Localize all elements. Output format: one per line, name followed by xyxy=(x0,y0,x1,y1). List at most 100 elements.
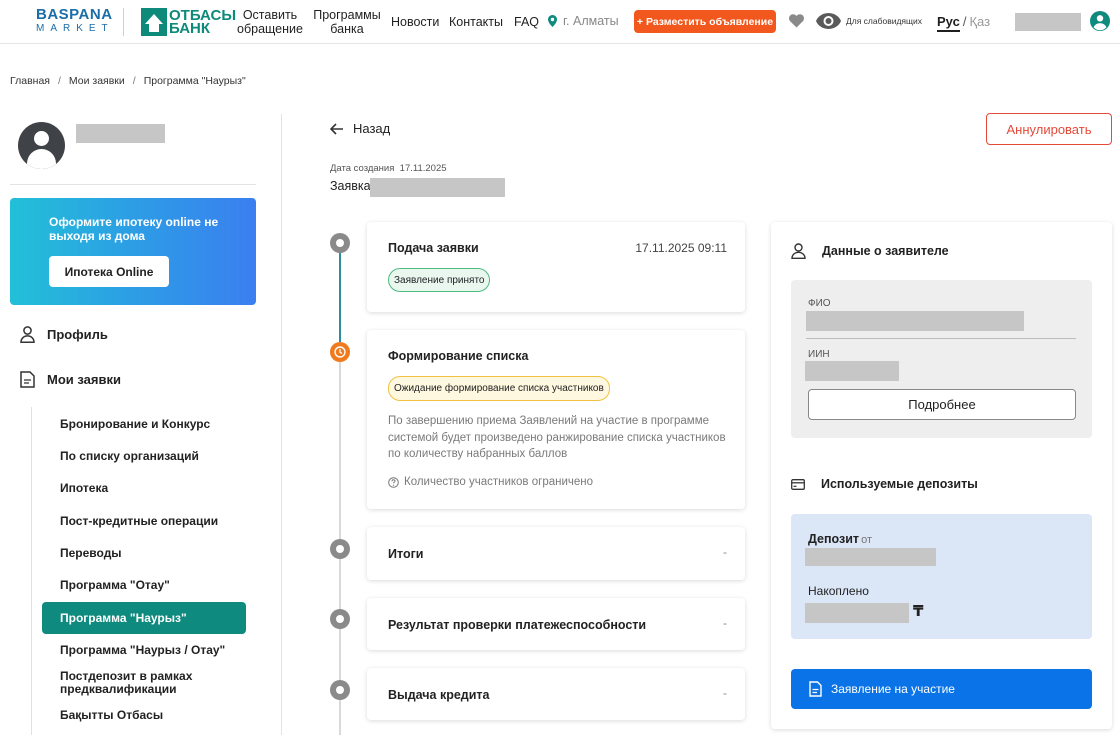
profile-name-redacted xyxy=(76,124,165,143)
top-header: BASPANA MARKET ОТБАСЫ БАНК Оставить обра… xyxy=(0,0,1120,44)
lang-kz[interactable]: Қаз xyxy=(969,14,990,29)
sidebar-border xyxy=(281,114,282,735)
baspana-market-logo[interactable]: BASPANA MARKET xyxy=(36,7,114,35)
step-title: Формирование списка xyxy=(388,349,529,363)
nav-faq[interactable]: FAQ xyxy=(514,0,539,44)
nav-news[interactable]: Новости xyxy=(391,0,439,44)
field-divider xyxy=(806,338,1076,339)
header-divider xyxy=(123,8,124,36)
otbasy-bank-logo[interactable]: ОТБАСЫ БАНК xyxy=(141,8,236,36)
user-account-icon[interactable] xyxy=(1090,11,1110,31)
user-name-redacted[interactable] xyxy=(1015,13,1081,31)
step-date: 17.11.2025 09:11 xyxy=(635,241,727,255)
iin-label: ИИН xyxy=(808,349,830,360)
timeline-progress-line xyxy=(339,250,341,342)
clock-icon xyxy=(334,346,346,358)
mortgage-online-button[interactable]: Ипотека Online xyxy=(49,256,169,287)
city-name: г. Алматы xyxy=(563,14,619,28)
timeline-card-list-forming: Формирование списка Ожидание формировани… xyxy=(367,330,745,509)
house-logo-icon xyxy=(141,8,167,36)
lang-ru[interactable]: Рус xyxy=(937,14,960,32)
accessibility-link[interactable]: Для слабовидящих xyxy=(846,16,922,26)
timeline-step-current-icon xyxy=(330,342,350,362)
breadcrumb: Главная / Мои заявки / Программа "Наурыз" xyxy=(10,75,246,87)
applicant-panel: Данные о заявителе ФИО ИИН Подробнее Исп… xyxy=(771,222,1112,729)
status-badge: Ожидание формирование списка участников xyxy=(388,376,610,401)
document-icon xyxy=(20,371,35,388)
sidebar-item-label: Профиль xyxy=(47,327,108,342)
sidebar-item-profile[interactable]: Профиль xyxy=(20,326,108,343)
breadcrumb-current: Программа "Наурыз" xyxy=(143,75,246,87)
participation-request-button[interactable]: Заявление на участие xyxy=(791,669,1092,709)
sidebar-subitem-nauryz-otau[interactable]: Программа "Наурыз / Отау" xyxy=(60,644,225,657)
question-circle-icon xyxy=(388,476,399,488)
card-icon xyxy=(791,478,805,490)
deposit-date-redacted xyxy=(805,548,936,566)
fio-value-redacted xyxy=(806,311,1024,331)
step-title: Выдача кредита xyxy=(388,688,490,702)
step-date: - xyxy=(723,686,727,700)
cancel-request-button[interactable]: Аннулировать xyxy=(986,113,1112,145)
logo-otbasy-text: ОТБАСЫ БАНК xyxy=(169,7,237,37)
timeline-card-solvency: Результат проверки платежеспособности - xyxy=(367,598,745,650)
step-date: - xyxy=(723,545,727,559)
step-date: - xyxy=(723,616,727,630)
request-number-label: Заявка xyxy=(330,179,371,193)
timeline-card-results: Итоги - xyxy=(367,527,745,580)
deposit-title: Депозит от xyxy=(808,532,872,546)
sidebar-divider xyxy=(10,184,256,185)
city-selector[interactable]: г. Алматы xyxy=(548,14,619,28)
document-icon xyxy=(809,681,822,697)
sidebar-subitem-postdeposit[interactable]: Постдепозит в рамках предквалификации xyxy=(60,670,220,696)
applicant-heading: Данные о заявителе xyxy=(791,243,949,259)
arrow-left-icon xyxy=(330,122,343,135)
iin-value-redacted xyxy=(805,361,899,381)
step-description: По завершению приема Заявлений на участи… xyxy=(388,415,726,460)
sidebar-subitem-organizations[interactable]: По списку организаций xyxy=(60,450,199,463)
accumulated-amount-redacted xyxy=(805,603,909,623)
submenu-guide-line xyxy=(31,407,32,735)
promo-text: Оформите ипотеку online не выходя из дом… xyxy=(49,215,219,243)
timeline-card-submission: Подача заявки 17.11.2025 09:11 Заявление… xyxy=(367,222,745,312)
creation-date: Дата создания 17.11.2025 xyxy=(330,163,447,174)
status-badge: Заявление принято xyxy=(388,268,491,292)
sidebar-subitem-otau[interactable]: Программа "Отау" xyxy=(60,579,170,592)
person-icon xyxy=(20,326,35,343)
deposit-card: Депозит от Накоплено ₸ xyxy=(791,514,1092,639)
logo-market-text: MARKET xyxy=(36,23,114,34)
step-title: Итоги xyxy=(388,547,424,561)
timeline-step-pending-icon xyxy=(330,539,350,559)
sidebar-subitem-transfers[interactable]: Переводы xyxy=(60,547,122,560)
language-switch: Рус / Қаз xyxy=(937,14,990,32)
sidebar-item-label: Мои заявки xyxy=(47,372,121,387)
sidebar-subitem-post-credit[interactable]: Пост-кредитные операции xyxy=(60,515,218,528)
step-note: Количество участников ограничено xyxy=(388,476,593,488)
timeline-step-done-icon xyxy=(330,233,350,253)
sidebar-subitem-bakytty[interactable]: Бақытты Отбасы xyxy=(60,709,163,722)
avatar xyxy=(18,122,65,169)
back-link[interactable]: Назад xyxy=(330,121,390,136)
timeline-card-loan-issue: Выдача кредита - xyxy=(367,668,745,720)
details-button[interactable]: Подробнее xyxy=(808,389,1076,420)
nav-contacts[interactable]: Контакты xyxy=(449,0,503,44)
deposits-heading: Используемые депозиты xyxy=(791,477,978,491)
person-icon xyxy=(791,243,806,259)
nav-bank-programs[interactable]: Программы банка xyxy=(312,0,382,44)
sidebar-subitem-nauryz-label: Программа "Наурыз" xyxy=(60,611,187,625)
timeline-step-pending-icon xyxy=(330,609,350,629)
post-ad-button[interactable]: + Разместить объявление xyxy=(634,10,776,33)
sidebar-item-my-requests[interactable]: Мои заявки xyxy=(20,371,121,388)
sidebar-subitem-mortgage[interactable]: Ипотека xyxy=(60,482,108,495)
mortgage-promo-banner: Оформите ипотеку online не выходя из дом… xyxy=(10,198,256,305)
breadcrumb-home[interactable]: Главная xyxy=(10,75,50,87)
step-title: Подача заявки xyxy=(388,241,479,255)
sidebar-subitem-booking[interactable]: Бронирование и Конкурс xyxy=(60,418,210,431)
location-pin-icon xyxy=(548,15,557,27)
breadcrumb-my-requests[interactable]: Мои заявки xyxy=(69,75,125,87)
heart-icon[interactable] xyxy=(789,14,804,28)
timeline-step-pending-icon xyxy=(330,680,350,700)
fio-label: ФИО xyxy=(808,298,831,309)
eye-icon[interactable] xyxy=(815,12,842,30)
back-label: Назад xyxy=(353,121,391,136)
nav-leave-request[interactable]: Оставить обращение xyxy=(237,0,303,44)
